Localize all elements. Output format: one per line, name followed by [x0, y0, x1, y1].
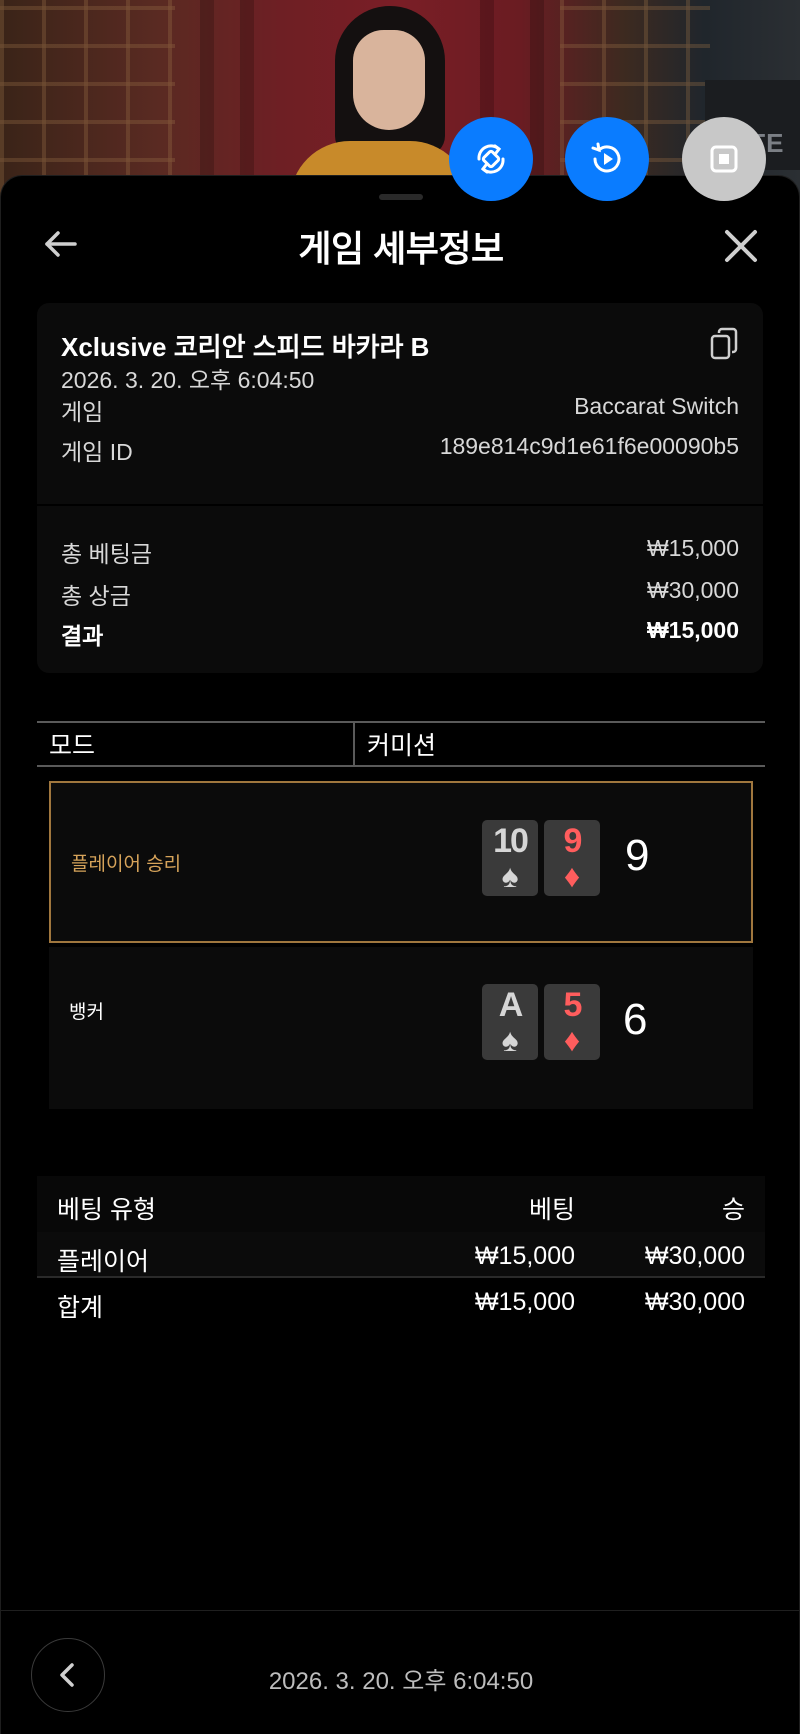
- rotate-screen-button[interactable]: [449, 117, 533, 201]
- page-title: 게임 세부정보: [298, 228, 504, 269]
- game-id-value: 189e814c9d1e61f6e00090b5: [439, 433, 739, 459]
- result-value: ₩15,000: [646, 617, 739, 643]
- rotate-screen-icon: [477, 144, 505, 174]
- player-hand-label: 플레이어 승리: [71, 854, 182, 875]
- footer-datetime: 2026. 3. 20. 오후 6:04:50: [268, 1668, 534, 1695]
- spade-icon: ♠: [501, 858, 519, 894]
- bet-amount-cell: ₩15,000: [474, 1242, 575, 1270]
- mode-commission-row: 모드 커미션: [37, 721, 765, 767]
- table-row: 플레이어 ₩15,000 ₩30,000: [37, 1232, 765, 1278]
- close-icon: [725, 230, 757, 262]
- bets-table: 베팅 유형 베팅 승 플레이어 ₩15,000 ₩30,000 합계 ₩15,0…: [37, 1176, 765, 1324]
- game-summary-card: Xclusive 코리안 스피드 바카라 B 2026. 3. 20. 오후 6…: [37, 303, 763, 673]
- total-win-label: 총 상금: [61, 583, 131, 609]
- game-row: 게임 Baccarat Switch: [61, 393, 739, 427]
- card-rank: 10: [493, 822, 529, 860]
- card-rank: A: [498, 986, 524, 1024]
- dealer-image: [290, 6, 470, 200]
- game-label: 게임: [61, 399, 104, 425]
- copy-icon: [710, 327, 738, 360]
- total-bet-label: 총 베팅금: [61, 541, 153, 567]
- replay-icon: [591, 142, 621, 173]
- bet-type-header: 베팅 유형: [57, 1196, 156, 1224]
- banker-hand-label: 뱅커: [69, 1002, 104, 1023]
- game-id-label: 게임 ID: [61, 439, 133, 465]
- playing-card: 10 ♠: [482, 820, 538, 896]
- sheet-handle[interactable]: [379, 194, 423, 200]
- close-button[interactable]: [717, 222, 765, 270]
- bet-header: 베팅: [528, 1196, 575, 1224]
- total-win: ₩30,000: [644, 1288, 745, 1316]
- playing-card: A ♠: [482, 984, 538, 1060]
- stop-icon: [710, 145, 738, 173]
- mode-label: 모드: [37, 723, 355, 765]
- diamond-icon: ♦: [563, 1022, 581, 1058]
- result-label: 결과: [61, 623, 104, 649]
- card-rank: 5: [563, 986, 583, 1024]
- total-bet: ₩15,000: [474, 1288, 575, 1316]
- sheet-footer: 2026. 3. 20. 오후 6:04:50: [1, 1610, 800, 1734]
- playing-card: 5 ♦: [544, 984, 600, 1060]
- game-value: Baccarat Switch: [574, 393, 739, 419]
- replay-button[interactable]: [565, 117, 649, 201]
- game-datetime: 2026. 3. 20. 오후 6:04:50: [61, 367, 315, 393]
- player-score: 9: [625, 831, 650, 880]
- total-row: 합계 ₩15,000 ₩30,000: [37, 1278, 765, 1324]
- bets-table-header: 베팅 유형 베팅 승: [37, 1176, 765, 1232]
- player-hand: 플레이어 승리 10 ♠ 9 ♦ 9: [49, 781, 753, 943]
- game-name: Xclusive 코리안 스피드 바카라 B: [61, 332, 430, 362]
- copy-button[interactable]: [709, 327, 739, 361]
- card-rank: 9: [563, 822, 583, 860]
- banker-hand: 뱅커 A ♠ 5 ♦ 6: [49, 947, 753, 1109]
- banker-score: 6: [623, 995, 648, 1044]
- total-bet-value: ₩15,000: [646, 535, 739, 561]
- result-row: 결과 ₩15,000: [61, 617, 739, 651]
- sheet-header: 게임 세부정보: [1, 206, 800, 286]
- total-win-row: 총 상금 ₩30,000: [61, 577, 739, 611]
- spade-icon: ♠: [501, 1022, 519, 1058]
- win-amount-cell: ₩30,000: [644, 1242, 745, 1270]
- total-win-value: ₩30,000: [646, 577, 739, 603]
- total-bet-row: 총 베팅금 ₩15,000: [61, 535, 739, 569]
- bet-type-cell: 플레이어: [57, 1248, 150, 1276]
- stop-button[interactable]: [682, 117, 766, 201]
- lattice-decor: [0, 0, 175, 200]
- divider: [37, 504, 763, 506]
- playing-card: 9 ♦: [544, 820, 600, 896]
- game-details-sheet: 게임 세부정보 Xclusive 코리안 스피드 바카라 B 2026. 3. …: [0, 175, 800, 1734]
- win-header: 승: [721, 1196, 745, 1224]
- commission-label: 커미션: [367, 732, 437, 760]
- diamond-icon: ♦: [563, 858, 581, 894]
- total-label: 합계: [57, 1294, 104, 1322]
- live-video-background: ITE: [0, 0, 800, 200]
- game-id-row: 게임 ID 189e814c9d1e61f6e00090b5: [61, 433, 739, 467]
